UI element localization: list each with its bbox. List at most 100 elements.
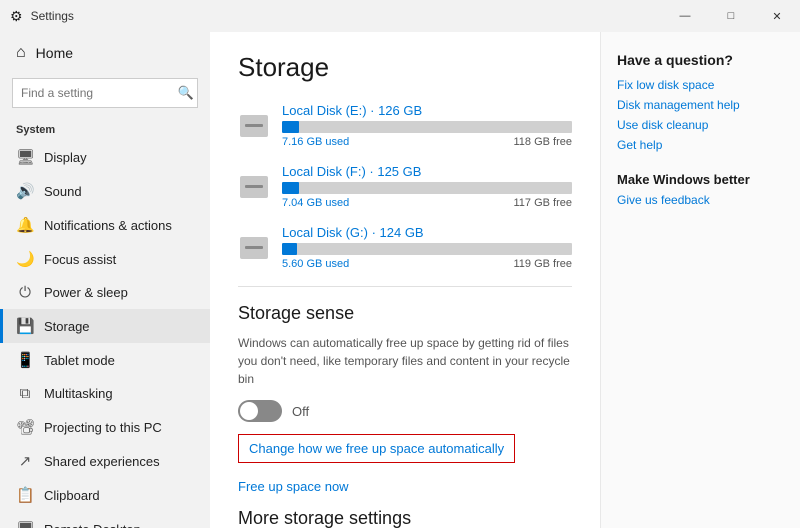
disk-free-e: 118 GB free bbox=[514, 136, 573, 148]
disk-free-g: 119 GB free bbox=[514, 258, 573, 270]
disk-bar-fill-e bbox=[282, 121, 299, 133]
change-link[interactable]: Change how we free up space automaticall… bbox=[249, 441, 504, 456]
storage-sense-desc: Windows can automatically free up space … bbox=[238, 334, 572, 388]
sidebar-item-power[interactable]: ⏻ Power & sleep bbox=[0, 276, 210, 309]
sidebar-item-storage[interactable]: 💾 Storage bbox=[0, 309, 210, 343]
disk-bar-f bbox=[282, 182, 572, 194]
sidebar-item-home[interactable]: ⌂ Home bbox=[0, 32, 210, 74]
disk-stats-e: 7.16 GB used 118 GB free bbox=[282, 136, 572, 148]
page-title: Storage bbox=[238, 52, 572, 83]
sidebar-item-projecting[interactable]: 📽 Projecting to this PC bbox=[0, 410, 210, 444]
disk-name-e[interactable]: Local Disk (E:) · 126 GB bbox=[282, 103, 572, 118]
sidebar-item-remote[interactable]: 🖥 Remote Desktop bbox=[0, 512, 210, 528]
home-label: Home bbox=[36, 45, 73, 61]
disk-used-g: 5.60 GB used bbox=[282, 258, 349, 270]
disk-item-g: Local Disk (G:) · 124 GB 5.60 GB used 11… bbox=[238, 225, 572, 270]
feedback-section: Make Windows better Give us feedback bbox=[617, 172, 784, 207]
toggle-row: Off bbox=[238, 400, 572, 422]
settings-window: ⚙ Settings — □ ✕ ⌂ Home 🔍 System 🖥 Displ… bbox=[0, 0, 800, 528]
search-input[interactable] bbox=[12, 78, 198, 108]
disk-stats-g: 5.60 GB used 119 GB free bbox=[282, 258, 572, 270]
power-icon: ⏻ bbox=[16, 284, 34, 301]
content-area: ⌂ Home 🔍 System 🖥 Display 🔊 Sound 🔔 Noti… bbox=[0, 32, 800, 528]
storage-sense-title: Storage sense bbox=[238, 303, 572, 324]
sidebar-item-label: Storage bbox=[44, 319, 90, 334]
sidebar-item-notifications[interactable]: 🔔 Notifications & actions bbox=[0, 208, 210, 242]
sidebar-item-label: Tablet mode bbox=[44, 353, 115, 368]
disk-icon-g bbox=[238, 234, 270, 262]
sidebar-item-multitasking[interactable]: ⧉ Multitasking bbox=[0, 377, 210, 410]
minimize-button[interactable]: — bbox=[662, 0, 708, 32]
disk-cleanup-link[interactable]: Use disk cleanup bbox=[617, 118, 784, 132]
disk-icon-f bbox=[238, 173, 270, 201]
sidebar-item-label: Power & sleep bbox=[44, 285, 128, 300]
home-icon: ⌂ bbox=[16, 44, 26, 62]
sound-icon: 🔊 bbox=[16, 182, 34, 200]
sidebar: ⌂ Home 🔍 System 🖥 Display 🔊 Sound 🔔 Noti… bbox=[0, 32, 210, 528]
notifications-icon: 🔔 bbox=[16, 216, 34, 234]
focus-icon: 🌙 bbox=[16, 250, 34, 268]
sidebar-item-label: Multitasking bbox=[44, 386, 113, 401]
storage-icon: 💾 bbox=[16, 317, 34, 335]
toggle-knob bbox=[240, 402, 258, 420]
disk-bar-g bbox=[282, 243, 572, 255]
sidebar-item-label: Focus assist bbox=[44, 252, 116, 267]
disk-name-g[interactable]: Local Disk (G:) · 124 GB bbox=[282, 225, 572, 240]
disk-item-f: Local Disk (F:) · 125 GB 7.04 GB used 11… bbox=[238, 164, 572, 209]
free-link[interactable]: Free up space now bbox=[238, 479, 349, 494]
disk-details-f: Local Disk (F:) · 125 GB 7.04 GB used 11… bbox=[282, 164, 572, 209]
feedback-link[interactable]: Give us feedback bbox=[617, 193, 784, 207]
titlebar: ⚙ Settings — □ ✕ bbox=[0, 0, 800, 32]
sidebar-item-sound[interactable]: 🔊 Sound bbox=[0, 174, 210, 208]
section-divider bbox=[238, 286, 572, 287]
titlebar-controls: — □ ✕ bbox=[662, 0, 800, 32]
storage-sense-toggle[interactable] bbox=[238, 400, 282, 422]
right-panel-question-title: Have a question? bbox=[617, 52, 784, 68]
disk-bar-e bbox=[282, 121, 572, 133]
window-title: Settings bbox=[31, 9, 74, 23]
sidebar-item-label: Display bbox=[44, 150, 87, 165]
sidebar-item-label: Projecting to this PC bbox=[44, 420, 162, 435]
maximize-button[interactable]: □ bbox=[708, 0, 754, 32]
sidebar-item-display[interactable]: 🖥 Display bbox=[0, 140, 210, 174]
titlebar-left: ⚙ Settings bbox=[10, 8, 74, 25]
multitasking-icon: ⧉ bbox=[16, 385, 34, 402]
disk-used-e: 7.16 GB used bbox=[282, 136, 349, 148]
tablet-icon: 📱 bbox=[16, 351, 34, 369]
disk-shape bbox=[240, 115, 268, 137]
disk-bar-fill-f bbox=[282, 182, 299, 194]
change-link-box: Change how we free up space automaticall… bbox=[238, 434, 515, 463]
display-icon: 🖥 bbox=[16, 148, 34, 166]
disk-bar-fill-g bbox=[282, 243, 297, 255]
sidebar-item-label: Clipboard bbox=[44, 488, 100, 503]
toggle-label: Off bbox=[292, 404, 309, 419]
main-content: Storage Local Disk (E:) · 126 GB 7.16 GB… bbox=[210, 32, 600, 528]
disk-free-f: 117 GB free bbox=[514, 197, 573, 209]
disk-item-e: Local Disk (E:) · 126 GB 7.16 GB used 11… bbox=[238, 103, 572, 148]
sidebar-item-clipboard[interactable]: 📋 Clipboard bbox=[0, 478, 210, 512]
disk-stats-f: 7.04 GB used 117 GB free bbox=[282, 197, 572, 209]
fix-low-disk-link[interactable]: Fix low disk space bbox=[617, 78, 784, 92]
search-box: 🔍 bbox=[12, 78, 198, 108]
remote-icon: 🖥 bbox=[16, 520, 34, 528]
close-button[interactable]: ✕ bbox=[754, 0, 800, 32]
disk-name-f[interactable]: Local Disk (F:) · 125 GB bbox=[282, 164, 572, 179]
get-help-link[interactable]: Get help bbox=[617, 138, 784, 152]
disk-icon-e bbox=[238, 112, 270, 140]
sidebar-item-focus[interactable]: 🌙 Focus assist bbox=[0, 242, 210, 276]
disk-management-link[interactable]: Disk management help bbox=[617, 98, 784, 112]
disk-details-g: Local Disk (G:) · 124 GB 5.60 GB used 11… bbox=[282, 225, 572, 270]
sidebar-item-label: Sound bbox=[44, 184, 82, 199]
search-icon[interactable]: 🔍 bbox=[178, 85, 194, 101]
sidebar-item-label: Remote Desktop bbox=[44, 522, 141, 528]
system-section-label: System bbox=[0, 116, 210, 140]
feedback-title: Make Windows better bbox=[617, 172, 784, 187]
right-panel: Have a question? Fix low disk space Disk… bbox=[600, 32, 800, 528]
disk-shape bbox=[240, 237, 268, 259]
more-storage-title: More storage settings bbox=[238, 508, 572, 528]
sidebar-item-shared[interactable]: ↗ Shared experiences bbox=[0, 444, 210, 478]
disk-used-f: 7.04 GB used bbox=[282, 197, 349, 209]
projecting-icon: 📽 bbox=[16, 418, 34, 436]
sidebar-item-label: Notifications & actions bbox=[44, 218, 172, 233]
sidebar-item-tablet[interactable]: 📱 Tablet mode bbox=[0, 343, 210, 377]
